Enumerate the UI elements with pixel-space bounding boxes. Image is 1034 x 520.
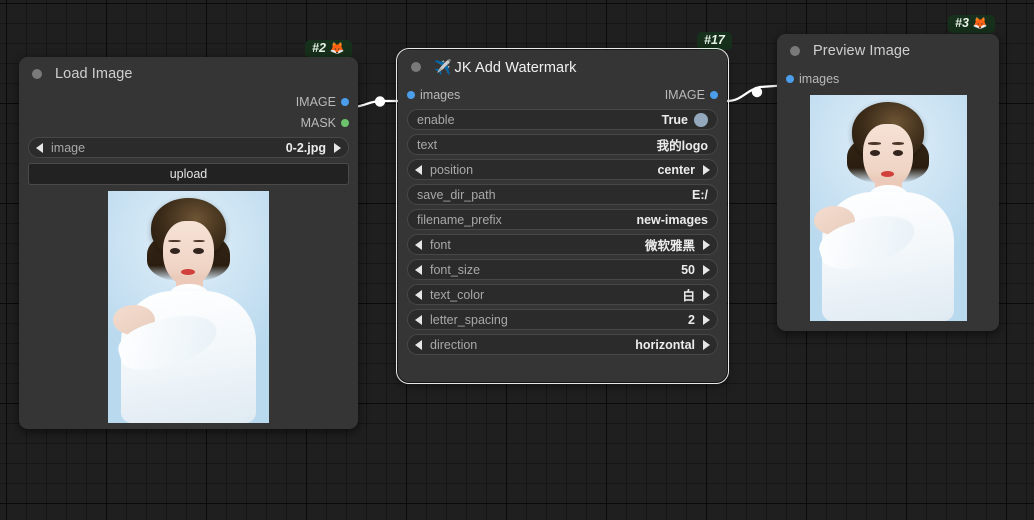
chevron-right-icon[interactable]: [703, 239, 710, 250]
widget-label-position: position: [430, 162, 474, 177]
output-slot-image[interactable]: IMAGE: [28, 91, 349, 112]
chevron-left-icon[interactable]: [415, 339, 422, 350]
chevron-right-icon[interactable]: [334, 142, 341, 153]
collapse-dot-icon[interactable]: [790, 46, 800, 56]
output-slot-label-image: IMAGE: [295, 94, 336, 109]
chevron-right-icon[interactable]: [703, 164, 710, 175]
node-badge-preview-image: #3 🦊: [948, 15, 995, 33]
chevron-right-icon[interactable]: [703, 314, 710, 325]
widget-value-letter-spacing: 2: [688, 312, 695, 327]
upload-button[interactable]: upload: [28, 163, 349, 185]
node-header-watermark[interactable]: ✈️ JK Add Watermark: [398, 50, 727, 84]
collapse-dot-icon[interactable]: [411, 62, 421, 72]
node-header-load-image[interactable]: Load Image: [19, 57, 358, 91]
input-dot-images[interactable]: [786, 74, 794, 83]
fox-icon: 🦊: [972, 16, 988, 31]
thumbnail-photo: [809, 95, 967, 321]
node-badge-watermark: #17: [697, 32, 732, 50]
chevron-left-icon[interactable]: [415, 164, 422, 175]
chevron-left-icon[interactable]: [36, 142, 43, 153]
slot-row-images-and-image: images IMAGE: [407, 84, 718, 105]
widget-value-font-size: 50: [681, 262, 695, 277]
node-title-watermark: ✈️ JK Add Watermark: [434, 59, 576, 76]
output-dot-image[interactable]: [341, 97, 349, 106]
widget-text-color[interactable]: text_color 白: [407, 284, 718, 305]
node-badge-number: #2: [312, 41, 326, 55]
widget-value-position: center: [657, 162, 695, 177]
widget-label-filename-prefix: filename_prefix: [417, 212, 502, 227]
chevron-left-icon[interactable]: [415, 289, 422, 300]
toggle-knob-icon[interactable]: [694, 112, 708, 127]
input-slot-images[interactable]: images: [786, 68, 990, 89]
input-slot-label-images: images: [420, 87, 461, 102]
input-dot-images[interactable]: [407, 90, 415, 99]
chevron-left-icon[interactable]: [415, 239, 422, 250]
node-header-preview-image[interactable]: Preview Image: [777, 34, 999, 68]
widget-value-text-color: 白: [682, 289, 695, 303]
widget-image[interactable]: image 0-2.jpg: [28, 137, 349, 158]
output-dot-mask[interactable]: [341, 118, 349, 127]
widget-label-text-color: text_color: [430, 287, 485, 302]
fox-icon: 🦊: [329, 41, 345, 56]
image-preview-load[interactable]: [28, 191, 349, 423]
widget-value-direction: horizontal: [635, 337, 695, 352]
widget-direction[interactable]: direction horizontal: [407, 334, 718, 355]
output-slot-mask[interactable]: MASK: [28, 112, 349, 133]
widget-label-text: text: [417, 137, 438, 152]
widget-filename-prefix[interactable]: filename_prefix new-images: [407, 209, 718, 230]
widget-font-size[interactable]: font_size 50: [407, 259, 718, 280]
widget-label-save-dir-path: save_dir_path: [417, 187, 496, 202]
widget-value-font: 微软雅黑: [644, 239, 695, 253]
widget-label-image: image: [51, 140, 86, 155]
airplane-icon: ✈️: [434, 58, 452, 75]
node-body-watermark: images IMAGE enable True text 我的logo pos…: [398, 84, 727, 364]
widget-text[interactable]: text 我的logo: [407, 134, 718, 155]
input-slot-label-images: images: [799, 71, 840, 86]
widget-value-enable: True: [661, 112, 688, 127]
link-midpoint-dot-1[interactable]: [374, 96, 386, 107]
widget-label-font: font: [430, 237, 451, 252]
node-graph-canvas[interactable]: #2 🦊 Load Image IMAGE MASK image 0-2.jpg: [0, 0, 1034, 520]
node-title-preview-image: Preview Image: [813, 43, 911, 59]
output-slot-label-image: IMAGE: [664, 87, 705, 102]
node-body-load-image: IMAGE MASK image 0-2.jpg upload: [19, 91, 358, 432]
widget-letter-spacing[interactable]: letter_spacing 2: [407, 309, 718, 330]
collapse-dot-icon[interactable]: [32, 69, 42, 79]
widget-value-save-dir-path: E:/: [692, 187, 708, 202]
upload-button-label: upload: [169, 167, 208, 181]
widget-label-direction: direction: [430, 337, 478, 352]
node-jk-add-watermark[interactable]: ✈️ JK Add Watermark images IMAGE enable T…: [396, 48, 729, 384]
widget-font[interactable]: font 微软雅黑: [407, 234, 718, 255]
node-title-watermark-text: JK Add Watermark: [454, 59, 577, 76]
chevron-left-icon[interactable]: [415, 264, 422, 275]
node-load-image[interactable]: Load Image IMAGE MASK image 0-2.jpg uplo…: [19, 57, 358, 429]
output-slot-label-mask: MASK: [300, 115, 336, 130]
link-midpoint-dot-2[interactable]: [751, 86, 763, 98]
output-dot-image[interactable]: [710, 90, 718, 99]
widget-value-text: 我的logo: [656, 139, 708, 153]
node-body-preview-image: images: [777, 68, 999, 330]
chevron-left-icon[interactable]: [415, 314, 422, 325]
widget-value-image: 0-2.jpg: [285, 140, 326, 155]
image-preview-output[interactable]: [786, 95, 990, 321]
widget-label-font-size: font_size: [430, 262, 481, 277]
chevron-right-icon[interactable]: [703, 264, 710, 275]
widget-label-letter-spacing: letter_spacing: [430, 312, 508, 327]
chevron-right-icon[interactable]: [703, 289, 710, 300]
node-badge-number-3: #3: [955, 16, 969, 30]
node-preview-image[interactable]: Preview Image images: [777, 34, 999, 331]
node-title-load-image: Load Image: [55, 66, 133, 82]
node-badge-number-17: #17: [704, 33, 725, 47]
widget-position[interactable]: position center: [407, 159, 718, 180]
widget-label-enable: enable: [417, 112, 455, 127]
node-badge-load-image: #2 🦊: [305, 40, 352, 58]
thumbnail-photo: [108, 191, 269, 423]
widget-enable[interactable]: enable True: [407, 109, 718, 130]
widget-save-dir-path[interactable]: save_dir_path E:/: [407, 184, 718, 205]
chevron-right-icon[interactable]: [703, 339, 710, 350]
widget-value-filename-prefix: new-images: [636, 212, 708, 227]
